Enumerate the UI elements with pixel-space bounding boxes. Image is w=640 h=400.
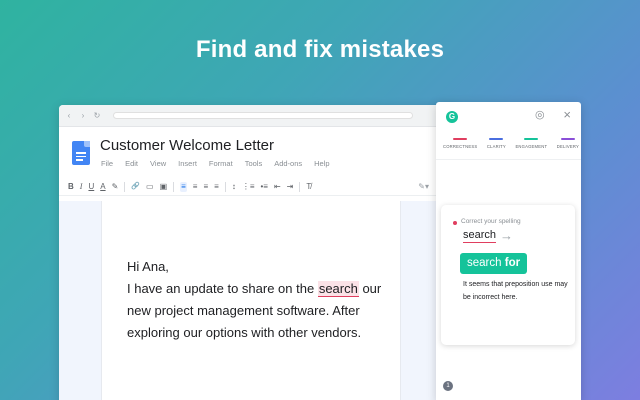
- align-right-icon[interactable]: ≡: [203, 182, 208, 191]
- underline-icon[interactable]: U: [88, 182, 94, 191]
- close-icon[interactable]: ×: [563, 108, 571, 121]
- document-page[interactable]: Hi Ana, I have an update to share on the…: [101, 201, 401, 400]
- document-canvas: Hi Ana, I have an update to share on the…: [59, 201, 459, 400]
- editing-mode-icon[interactable]: ✎▾: [418, 183, 429, 191]
- back-icon[interactable]: ‹: [65, 111, 73, 120]
- toolbar-divider: [224, 181, 226, 192]
- goals-icon[interactable]: ◎: [535, 110, 545, 121]
- document-title[interactable]: Customer Welcome Letter: [100, 137, 274, 154]
- category-label: ENGAGEMENT: [515, 144, 548, 149]
- highlight-icon[interactable]: ✎: [112, 182, 119, 191]
- toolbar-divider: [299, 181, 301, 192]
- align-center-icon[interactable]: ≡: [193, 182, 198, 191]
- document-body[interactable]: Hi Ana, I have an update to share on the…: [127, 256, 387, 344]
- address-bar[interactable]: [113, 112, 413, 119]
- align-left-icon[interactable]: ≡: [180, 181, 187, 192]
- comment-icon[interactable]: ▭: [146, 182, 154, 191]
- category-clarity[interactable]: CLARITY: [487, 138, 506, 149]
- category-delivery[interactable]: DELIVERY: [557, 138, 579, 149]
- menu-edit[interactable]: Edit: [125, 159, 138, 168]
- grammarly-logo-icon: G: [446, 111, 458, 123]
- menu-add-ons[interactable]: Add-ons: [274, 159, 302, 168]
- category-label: DELIVERY: [556, 144, 579, 149]
- docs-header: Customer Welcome Letter File Edit View I…: [59, 127, 459, 173]
- header-divider: [436, 159, 581, 160]
- body-text-after: our: [358, 281, 382, 296]
- clear-formatting-icon[interactable]: T̸: [306, 182, 311, 191]
- browser-toolbar: ‹ › ↻: [59, 105, 459, 127]
- text-color-icon[interactable]: A: [100, 182, 105, 191]
- menu-file[interactable]: File: [101, 159, 113, 168]
- suggestion-categories: CORRECTNESS CLARITY ENGAGEMENT DELIVERY: [443, 138, 579, 149]
- category-label: CORRECTNESS: [443, 144, 478, 149]
- google-docs-icon[interactable]: [72, 141, 90, 165]
- body-line-3: exploring our options with other vendors…: [127, 325, 362, 340]
- reload-icon[interactable]: ↻: [93, 111, 101, 120]
- accept-suggestion-button[interactable]: search for: [460, 253, 528, 274]
- line-spacing-icon[interactable]: ↕: [232, 182, 236, 191]
- bulleted-list-icon[interactable]: •≡: [260, 182, 267, 191]
- body-line-1: I have an update to share on the search …: [127, 278, 387, 300]
- toolbar-divider: [124, 181, 126, 192]
- category-bar: [489, 138, 504, 140]
- grammarly-sidebar: G ◎ × CORRECTNESS CLARITY ENGAGEMENT DEL…: [436, 102, 581, 400]
- flagged-word[interactable]: search: [317, 281, 359, 297]
- bold-icon[interactable]: B: [68, 182, 74, 191]
- suggestion-card[interactable]: Correct your spelling search → search fo…: [441, 205, 575, 345]
- justify-icon[interactable]: ≡: [214, 182, 219, 191]
- greeting-line: Hi Ana,: [127, 259, 169, 274]
- category-engagement[interactable]: ENGAGEMENT: [515, 138, 547, 149]
- link-icon[interactable]: 🔗: [131, 183, 140, 190]
- category-bar: [560, 138, 575, 140]
- category-bar: [453, 138, 468, 140]
- menu-view[interactable]: View: [150, 159, 166, 168]
- headline: Find and fix mistakes: [195, 36, 445, 63]
- category-bar: [524, 138, 539, 140]
- suggestion-hint: Correct your spelling: [461, 218, 521, 225]
- numbered-list-icon[interactable]: ⋮≡: [242, 182, 255, 191]
- accept-word: search: [467, 257, 502, 269]
- issue-count-badge[interactable]: 1: [443, 381, 453, 391]
- category-label: CLARITY: [486, 144, 506, 149]
- forward-icon[interactable]: ›: [79, 111, 87, 120]
- toolbar-divider: [173, 181, 175, 192]
- menu-help[interactable]: Help: [314, 159, 329, 168]
- arrow-right-icon: →: [500, 228, 513, 243]
- body-text-before: I have an update to share on the: [127, 281, 318, 296]
- decrease-indent-icon[interactable]: ⇤: [274, 182, 281, 191]
- accept-correction: for: [504, 257, 521, 269]
- formatting-toolbar: B I U A ✎ 🔗 ▭ ▣ ≡ ≡ ≡ ≡ ↕ ⋮≡ •≡ ⇤ ⇥ T̸ ✎…: [59, 178, 459, 196]
- docs-menu-bar: File Edit View Insert Format Tools Add-o…: [101, 159, 330, 168]
- menu-insert[interactable]: Insert: [178, 159, 197, 168]
- body-line-2: new project management software. After: [127, 303, 360, 318]
- original-word: search: [463, 229, 497, 243]
- menu-format[interactable]: Format: [209, 159, 233, 168]
- menu-tools[interactable]: Tools: [245, 159, 263, 168]
- increase-indent-icon[interactable]: ⇥: [287, 182, 294, 191]
- browser-window: ‹ › ↻ Customer Welcome Letter File Edit …: [59, 105, 459, 400]
- image-icon[interactable]: ▣: [160, 182, 168, 191]
- correctness-dot: [453, 221, 457, 225]
- category-correctness[interactable]: CORRECTNESS: [443, 138, 477, 149]
- suggestion-explanation: It seems that preposition use may be inc…: [463, 281, 568, 301]
- italic-icon[interactable]: I: [80, 182, 83, 191]
